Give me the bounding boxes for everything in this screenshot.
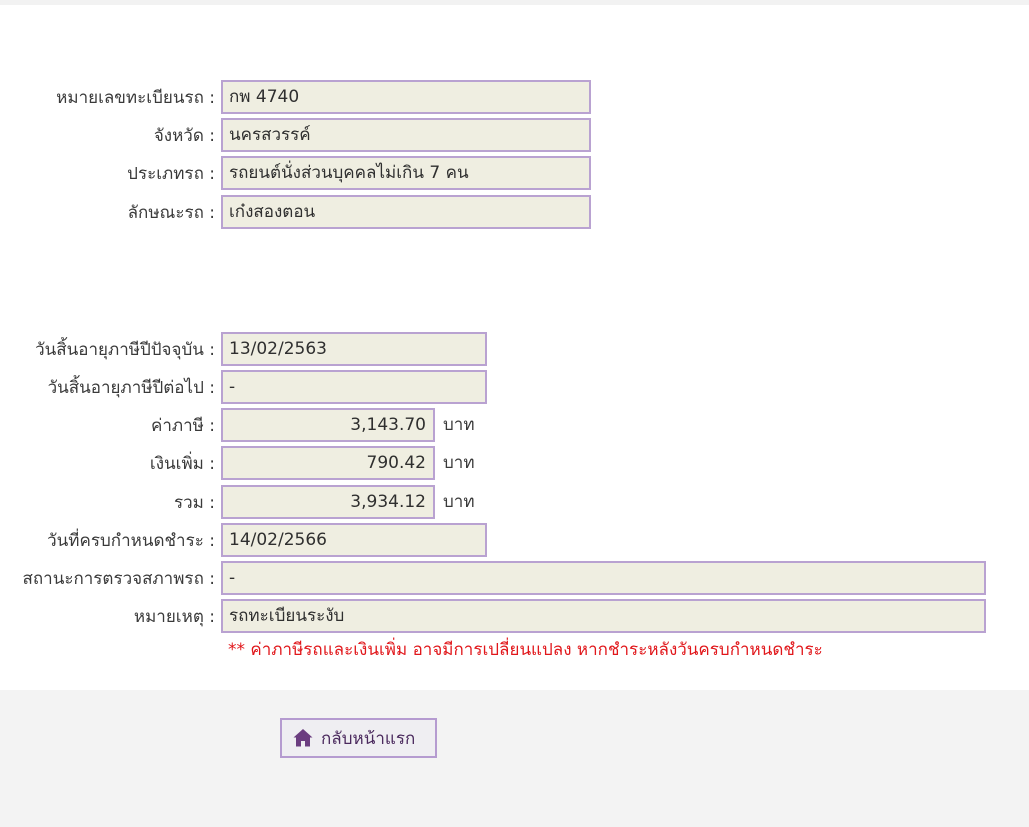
body-style-label: ลักษณะรถ : [127,203,215,223]
surcharge-unit: บาท [443,453,475,473]
plate-label: หมายเลขทะเบียนรถ : [56,88,215,108]
home-icon [292,727,314,749]
total-unit: บาท [443,492,475,512]
vehicle-type-field[interactable]: รถยนต์นั่งส่วนบุคคลไม่เกิน 7 คน [221,156,591,190]
inspection-status-label: สถานะการตรวจสภาพรถ : [22,569,215,589]
top-strip [0,0,1029,5]
remark-field[interactable]: รถทะเบียนระงับ [221,599,986,633]
province-label: จังหวัด : [153,126,215,146]
province-field[interactable]: นครสวรรค์ [221,118,591,152]
footer-bar [0,690,1029,827]
back-to-home-button[interactable]: กลับหน้าแรก [280,718,437,758]
vehicle-type-label: ประเภทรถ : [127,164,215,184]
tax-amount-field[interactable]: 3,143.70 [221,408,435,442]
expiry-current-label: วันสิ้นอายุภาษีปีปัจจุบัน : [35,340,215,360]
surcharge-field[interactable]: 790.42 [221,446,435,480]
warning-note: ** ค่าภาษีรถและเงินเพิ่ม อาจมีการเปลี่ยน… [228,640,823,660]
surcharge-label: เงินเพิ่ม : [149,454,215,474]
tax-amount-unit: บาท [443,415,475,435]
total-label: รวม : [173,493,215,513]
body-style-field[interactable]: เก๋งสองตอน [221,195,591,229]
tax-amount-label: ค่าภาษี : [150,416,215,436]
inspection-status-field[interactable]: - [221,561,986,595]
expiry-next-label: วันสิ้นอายุภาษีปีต่อไป : [47,378,215,398]
total-field[interactable]: 3,934.12 [221,485,435,519]
plate-field[interactable]: กพ 4740 [221,80,591,114]
due-date-label: วันที่ครบกำหนดชำระ : [47,531,215,551]
remark-label: หมายเหตุ : [133,607,215,627]
expiry-current-field[interactable]: 13/02/2563 [221,332,487,366]
back-to-home-label: กลับหน้าแรก [321,728,416,749]
expiry-next-field[interactable]: - [221,370,487,404]
due-date-field[interactable]: 14/02/2566 [221,523,487,557]
